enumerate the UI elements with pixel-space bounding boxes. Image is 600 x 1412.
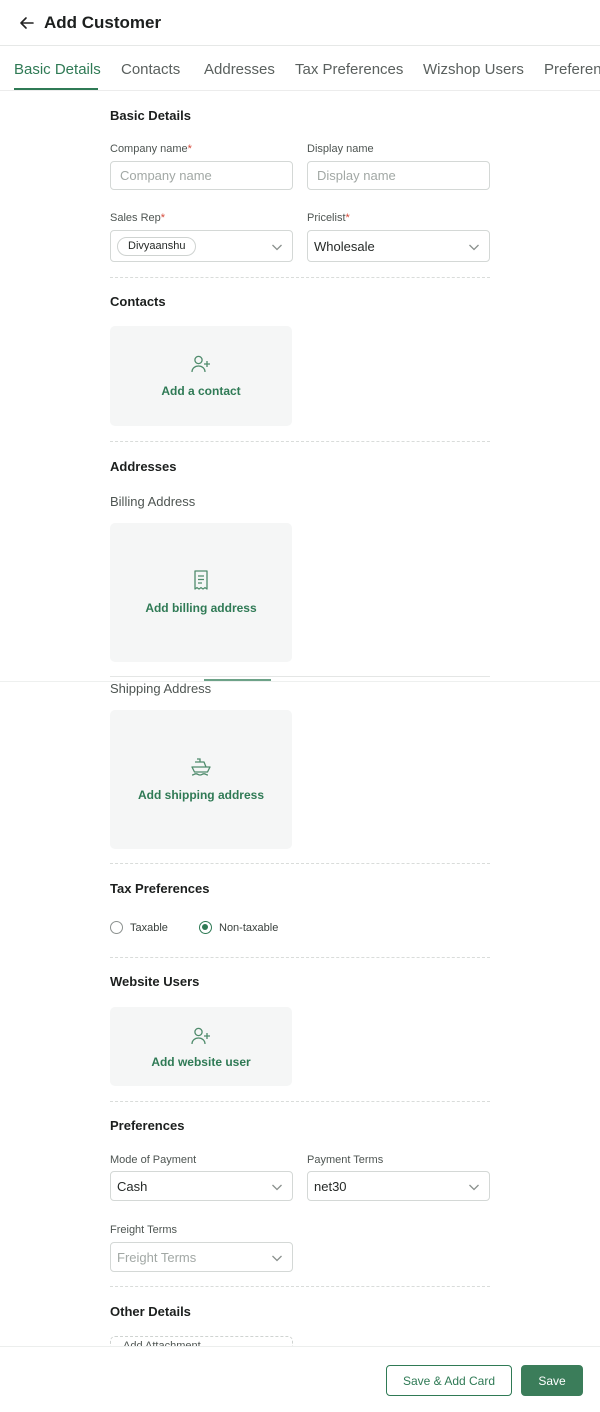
add-billing-address-label: Add billing address — [145, 601, 257, 615]
section-divider — [110, 1286, 490, 1287]
add-website-user-card[interactable]: Add website user — [110, 1007, 292, 1086]
company-name-label: Company name* — [110, 143, 192, 155]
section-divider — [110, 863, 490, 864]
add-website-user-label: Add website user — [151, 1055, 251, 1069]
taxable-label[interactable]: Taxable — [130, 922, 168, 934]
taxable-radio[interactable] — [110, 921, 123, 934]
sales-rep-select[interactable]: Divyaanshu — [110, 230, 293, 262]
tab-basic-details[interactable]: Basic Details — [14, 61, 101, 78]
chevron-down-icon — [272, 1255, 282, 1262]
chevron-down-icon — [272, 244, 282, 251]
active-tab-indicator — [14, 88, 98, 90]
mode-of-payment-label: Mode of Payment — [110, 1154, 197, 1166]
tab-bar: Basic Details Contacts Addresses Tax Pre… — [0, 47, 600, 91]
shipping-address-title: Shipping Address — [110, 681, 212, 696]
user-plus-icon — [191, 355, 210, 373]
pricelist-value: Wholesale — [314, 239, 375, 254]
add-shipping-address-label: Add shipping address — [137, 788, 264, 802]
non-taxable-radio[interactable] — [199, 921, 212, 934]
sales-rep-chip[interactable]: Divyaanshu — [117, 237, 197, 256]
mode-of-payment-value: Cash — [117, 1179, 148, 1194]
tab-preferences[interactable]: Preferen — [544, 61, 600, 78]
section-divider — [110, 676, 490, 677]
mode-of-payment-select[interactable]: Cash — [110, 1171, 293, 1201]
tab-contacts[interactable]: Contacts — [121, 61, 180, 78]
tab-tax-preferences[interactable]: Tax Preferences — [295, 61, 403, 78]
add-billing-address-card[interactable]: Add billing address — [110, 523, 292, 662]
display-name-input[interactable] — [307, 161, 490, 190]
payment-terms-value: net30 — [314, 1179, 347, 1194]
payment-terms-label: Payment Terms — [307, 1154, 384, 1166]
payment-terms-select[interactable]: net30 — [307, 1171, 490, 1201]
billing-address-title: Billing Address — [110, 494, 196, 509]
tab-wizshop-users[interactable]: Wizshop Users — [423, 61, 524, 78]
ship-icon — [191, 758, 211, 776]
overlay-edge — [0, 681, 600, 682]
section-title-basic-details: Basic Details — [110, 108, 191, 123]
non-taxable-label[interactable]: Non-taxable — [219, 922, 278, 934]
section-title-tax-preferences: Tax Preferences — [110, 881, 210, 896]
freight-terms-select[interactable]: Freight Terms — [110, 1242, 293, 1272]
section-title-website-users: Website Users — [110, 974, 200, 989]
chevron-down-icon — [469, 244, 479, 251]
section-title-preferences: Preferences — [110, 1118, 185, 1133]
save-and-add-card-button[interactable]: Save & Add Card — [386, 1365, 512, 1396]
section-divider — [110, 277, 490, 278]
tab-addresses[interactable]: Addresses — [204, 61, 275, 78]
add-contact-label: Add a contact — [161, 384, 241, 398]
company-name-input[interactable] — [110, 161, 293, 190]
section-title-other-details: Other Details — [110, 1304, 191, 1319]
user-plus-icon — [191, 1027, 210, 1045]
receipt-icon — [194, 570, 208, 590]
chevron-down-icon — [272, 1184, 282, 1191]
save-button[interactable]: Save — [521, 1365, 583, 1396]
freight-terms-placeholder: Freight Terms — [117, 1250, 197, 1265]
pricelist-label: Pricelist* — [307, 212, 350, 224]
arrow-left-icon[interactable] — [17, 13, 37, 33]
form-footer: Save & Add Card Save — [0, 1346, 600, 1412]
section-title-contacts: Contacts — [110, 294, 166, 309]
page-header: Add Customer — [0, 0, 600, 46]
freight-terms-label: Freight Terms — [110, 1224, 178, 1236]
add-contact-card[interactable]: Add a contact — [110, 326, 292, 426]
display-name-label: Display name — [307, 143, 374, 155]
section-divider — [110, 441, 490, 442]
section-title-addresses: Addresses — [110, 459, 177, 474]
sales-rep-label: Sales Rep* — [110, 212, 166, 224]
scroll-indicator — [204, 679, 271, 681]
section-divider — [110, 1101, 490, 1102]
section-divider — [110, 957, 490, 958]
add-shipping-address-card[interactable]: Add shipping address — [110, 710, 292, 849]
page-title: Add Customer — [44, 13, 162, 32]
chevron-down-icon — [469, 1184, 479, 1191]
pricelist-select[interactable]: Wholesale — [307, 230, 490, 262]
